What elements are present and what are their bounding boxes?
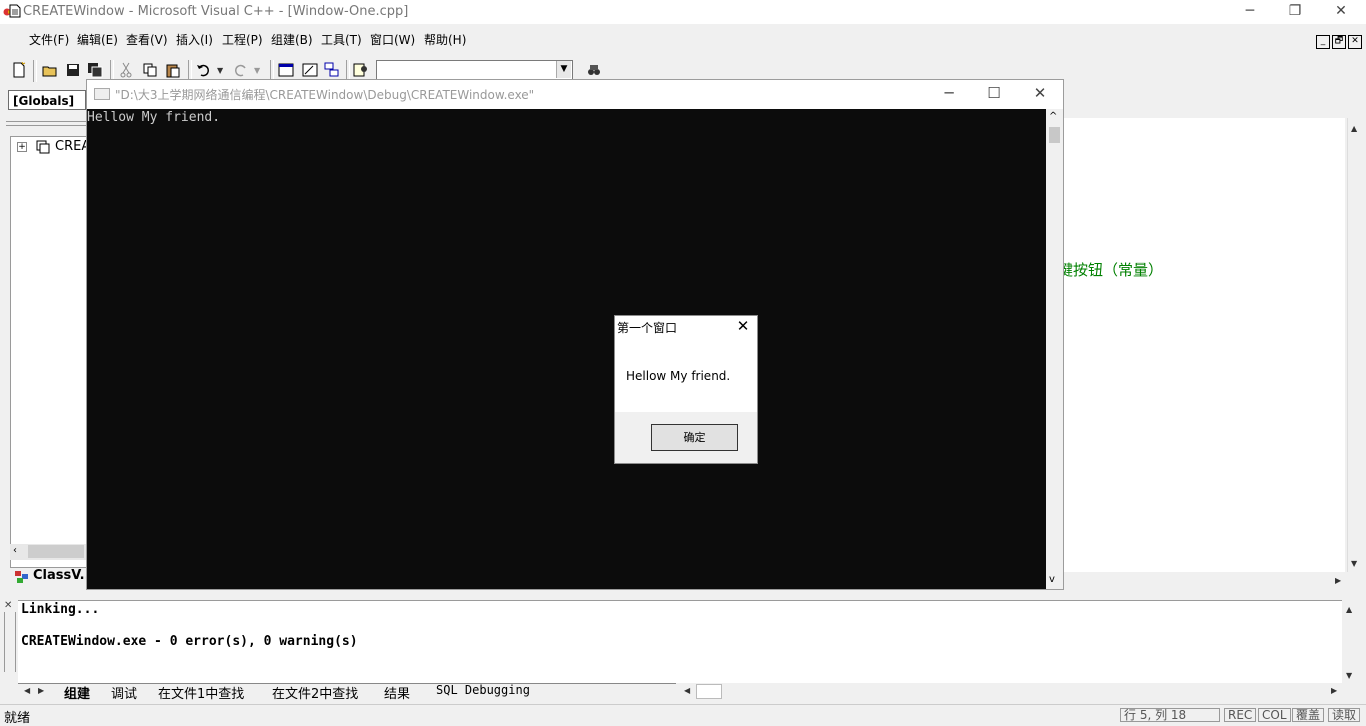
scroll-down-icon[interactable]: ▼ — [1346, 671, 1352, 680]
redo-icon[interactable] — [232, 62, 248, 78]
app-title: CREATEWindow - Microsoft Visual C++ - [W… — [23, 4, 409, 19]
copy-icon[interactable] — [142, 62, 158, 78]
editor-comment-text: 键按钮（常量） — [1058, 261, 1164, 279]
cursor-position: 行 5, 列 18 — [1120, 708, 1220, 722]
output-line: Linking... — [21, 602, 100, 617]
workspace-toggle-icon[interactable] — [278, 62, 294, 78]
menu-project[interactable]: 工程(P) — [222, 31, 263, 48]
classview-icon — [15, 571, 28, 583]
scroll-down-icon[interactable]: ▼ — [1351, 559, 1357, 568]
find-combo[interactable] — [376, 60, 573, 80]
tab-find-in-files-2[interactable]: 在文件2中查找 — [272, 683, 358, 702]
workspace-pane — [10, 136, 90, 568]
console-title: "D:\大3上学期网络通信编程\CREATEWindow\Debug\CREAT… — [115, 88, 535, 102]
scroll-left-icon[interactable]: ‹ — [13, 545, 17, 556]
message-box-title: 第一个窗口 — [617, 321, 678, 335]
new-file-icon[interactable] — [11, 62, 27, 78]
scroll-down-icon[interactable]: v — [1049, 574, 1055, 585]
console-close-button[interactable]: ✕ — [1017, 81, 1063, 107]
tree-root-label[interactable]: CREA — [55, 139, 90, 154]
output-close-icon[interactable]: ✕ — [4, 600, 12, 611]
tree-expand-icon[interactable]: + — [17, 142, 27, 152]
tab-sql-debugging[interactable]: SQL Debugging — [436, 683, 530, 697]
window-list-icon[interactable] — [324, 62, 340, 78]
console-body[interactable] — [87, 109, 1046, 589]
code-editor[interactable] — [1063, 118, 1345, 572]
save-all-icon[interactable] — [87, 62, 103, 78]
minimize-button[interactable]: ─ — [1227, 0, 1273, 24]
output-toggle-icon[interactable] — [302, 62, 318, 78]
scroll-up-icon[interactable]: ▲ — [1351, 124, 1357, 133]
editor-vscrollbar[interactable] — [1347, 118, 1365, 572]
mdi-minimize-button[interactable]: _ — [1316, 35, 1330, 49]
tab-results[interactable]: 结果 — [384, 683, 410, 702]
menu-window[interactable]: 窗口(W) — [370, 31, 415, 48]
tab-find-in-files-1[interactable]: 在文件1中查找 — [158, 683, 244, 702]
scroll-thumb[interactable] — [696, 684, 722, 699]
scroll-right-icon[interactable]: ▶ — [1331, 686, 1337, 695]
output-hscrollbar[interactable] — [680, 683, 1342, 698]
toolbar-separator — [33, 60, 37, 82]
scroll-up-icon[interactable]: ^ — [1049, 111, 1057, 122]
document-icon[interactable] — [9, 4, 21, 18]
status-indicator-overwrite: 覆盖 — [1292, 708, 1325, 722]
tab-scroll-left-icon[interactable]: ◀ — [24, 686, 30, 695]
chevron-down-icon[interactable]: ▼ — [556, 61, 571, 78]
menu-tools[interactable]: 工具(T) — [321, 31, 362, 48]
paste-icon[interactable] — [165, 62, 181, 78]
message-box-close-button[interactable]: ✕ — [735, 318, 751, 334]
undo-icon[interactable] — [196, 62, 212, 78]
workspace-gripper[interactable] — [6, 121, 86, 126]
ok-button[interactable]: 确定 — [651, 424, 738, 451]
scope-combo[interactable]: [Globals] — [8, 90, 86, 110]
menu-file[interactable]: 文件(F) — [29, 31, 69, 48]
search-binoculars-icon[interactable] — [586, 62, 602, 78]
console-scroll-thumb[interactable] — [1049, 127, 1060, 143]
scroll-thumb[interactable] — [28, 545, 84, 558]
menu-view[interactable]: 查看(V) — [126, 31, 168, 48]
status-indicator-col: COL — [1258, 708, 1291, 722]
tab-scroll-right-icon[interactable]: ▶ — [38, 686, 44, 695]
console-app-icon — [94, 88, 110, 100]
tab-build[interactable]: 组建 — [64, 683, 90, 702]
tab-debug[interactable]: 调试 — [111, 683, 137, 702]
status-indicator-rec: REC — [1224, 708, 1257, 722]
close-button[interactable]: ✕ — [1318, 0, 1364, 24]
find-in-files-icon[interactable] — [353, 62, 369, 78]
mdi-restore-button[interactable]: 🗗 — [1332, 35, 1346, 49]
mdi-close-button[interactable]: ✕ — [1348, 35, 1362, 49]
scroll-up-icon[interactable]: ▲ — [1346, 605, 1352, 614]
cut-icon[interactable] — [118, 62, 134, 78]
redo-dropdown-icon[interactable]: ▼ — [254, 66, 260, 75]
console-minimize-button[interactable]: ─ — [926, 81, 972, 107]
mdi-controls: _ 🗗 ✕ — [1314, 32, 1362, 49]
undo-dropdown-icon[interactable]: ▼ — [217, 66, 223, 75]
output-line: CREATEWindow.exe - 0 error(s), 0 warning… — [21, 634, 358, 649]
class-folder-icon — [36, 140, 50, 154]
scroll-right-icon[interactable]: ▶ — [1335, 576, 1341, 585]
menu-help[interactable]: 帮助(H) — [424, 31, 466, 48]
console-output: Hellow My friend. — [87, 110, 221, 125]
menu-build[interactable]: 组建(B) — [271, 31, 313, 48]
console-maximize-button[interactable]: ☐ — [971, 81, 1017, 107]
output-gripper[interactable] — [4, 612, 16, 672]
console-vscrollbar[interactable] — [1046, 109, 1063, 589]
editor-hscrollbar[interactable] — [1063, 572, 1347, 589]
status-indicator-readonly: 读取 — [1328, 708, 1361, 722]
scroll-left-icon[interactable]: ◀ — [684, 686, 690, 695]
open-folder-icon[interactable] — [42, 62, 58, 78]
message-box-text: Hellow My friend. — [626, 369, 731, 383]
restore-button[interactable]: ❐ — [1272, 0, 1318, 24]
save-icon[interactable] — [65, 62, 81, 78]
menu-edit[interactable]: 编辑(E) — [77, 31, 118, 48]
menu-insert[interactable]: 插入(I) — [176, 31, 213, 48]
